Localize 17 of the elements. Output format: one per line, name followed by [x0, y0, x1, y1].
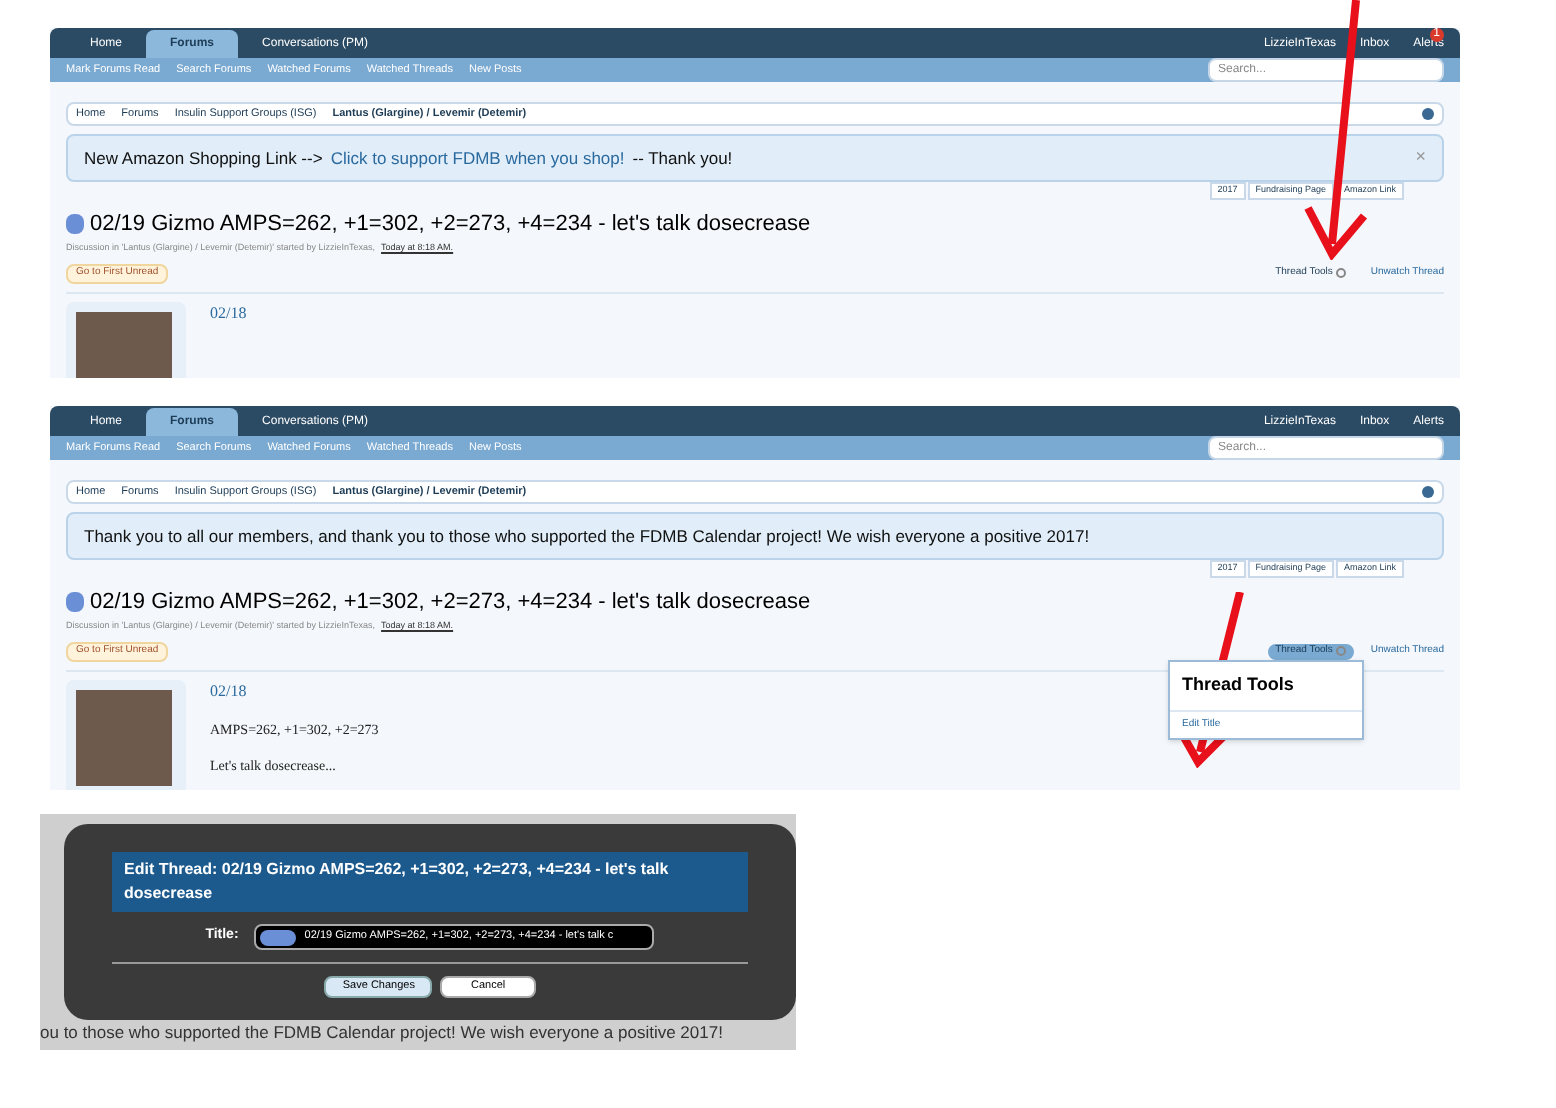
background-text: ou to those who supported the FDMB Calendar project! We wish everyone a positive 2017!	[40, 1020, 725, 1047]
post-date: 02/18	[210, 301, 247, 325]
question-icon	[66, 592, 84, 612]
notice-text: -- Thank you!	[632, 145, 733, 171]
prefix-dropdown-icon[interactable]	[260, 929, 297, 945]
notice-text: New Amazon Shopping Link -->	[84, 145, 323, 171]
dialog-title: Edit Thread: 02/19 Gizmo AMPS=262, +1=302, +2=273, +4=234 - let's talk dosecrease	[112, 852, 748, 912]
question-icon	[66, 214, 84, 234]
jump-icon[interactable]	[1422, 486, 1434, 498]
support-link[interactable]: Click to support FDMB when you shop!	[322, 145, 633, 171]
photo-placeholder	[76, 689, 172, 785]
notice-text: Thank you to all our members, and thank you to those who supported the FDMB Calendar project! We wish everyone a positive 2017!	[84, 523, 1090, 549]
jump-icon[interactable]	[1422, 108, 1434, 120]
post-date: 02/18	[210, 679, 249, 703]
thread-title: 02/19 Gizmo AMPS=262, +1=302, +2=273, +4=234 - let's talk dosecrease	[90, 587, 811, 618]
menu-title: Thread Tools	[1170, 662, 1362, 711]
thread-title: 02/19 Gizmo AMPS=262, +1=302, +2=273, +4=234 - let's talk dosecrease	[90, 209, 811, 240]
